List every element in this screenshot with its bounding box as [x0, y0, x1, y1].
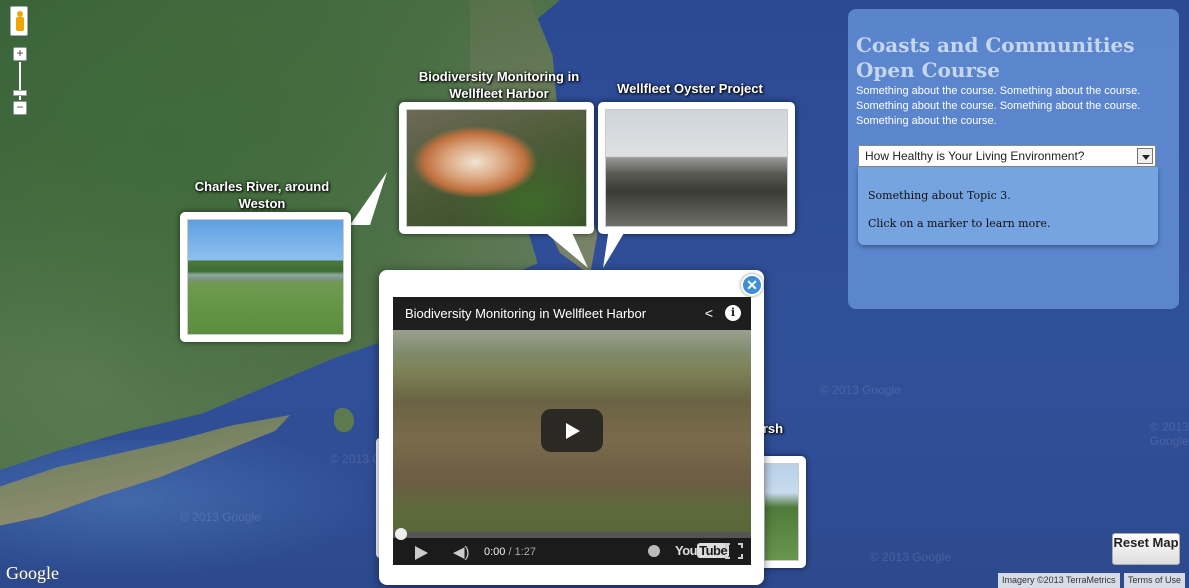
watch-later-clock-icon[interactable] [648, 545, 660, 557]
terms-of-use-link[interactable]: Terms of Use [1124, 573, 1186, 588]
shell-photo [406, 109, 587, 227]
marker-thumbnail-marsh[interactable] [757, 456, 806, 568]
imagery-attribution: Imagery ©2013 TerraMetrics [998, 573, 1120, 588]
map-small-island [334, 408, 354, 432]
map-watermark: © 2013 Google [180, 510, 261, 524]
close-popup-button[interactable]: ✕ [741, 274, 763, 296]
topic-description-box [858, 167, 1158, 245]
video-time: 0:00 / 1:27 [484, 546, 536, 558]
video-progress-bar[interactable] [393, 528, 751, 540]
reset-map-button[interactable]: Reset Map [1112, 533, 1180, 565]
youtube-logo[interactable]: You Tube [675, 543, 730, 558]
marker-label-biodiversity: Biodiversity Monitoring in Wellfleet Har… [418, 69, 580, 101]
pegman-body [16, 17, 24, 31]
video-duration: / 1:27 [508, 546, 537, 558]
topic-dropdown-value: How Healthy is Your Living Environment? [865, 149, 1085, 163]
zoom-slider-handle[interactable] [13, 90, 27, 96]
panel-description: Something about the course. Something ab… [856, 85, 1141, 127]
marker-label-oyster: Wellfleet Oyster Project [617, 81, 763, 96]
marsh-photo [764, 463, 799, 561]
topic-dropdown[interactable]: How Healthy is Your Living Environment? [858, 145, 1156, 167]
info-icon[interactable]: i [725, 305, 741, 321]
marker-thumbnail-biodiversity[interactable] [399, 102, 594, 234]
zoom-in-button[interactable]: + [13, 47, 27, 61]
marker-thumbnail-charles-river[interactable] [180, 212, 351, 342]
video-title-bar: Biodiversity Monitoring in Wellfleet Har… [393, 297, 751, 330]
share-icon[interactable]: < [701, 305, 717, 321]
oyster-farm-photo [605, 109, 788, 227]
volume-icon[interactable]: ◀) [453, 543, 470, 561]
youtube-logo-you: You [675, 543, 698, 558]
video-current-time: 0:00 [484, 546, 506, 558]
video-progress-knob[interactable] [395, 528, 407, 540]
fullscreen-icon[interactable] [725, 543, 743, 559]
zoom-out-button[interactable]: − [13, 101, 27, 115]
youtube-player[interactable]: Biodiversity Monitoring in Wellfleet Har… [393, 297, 751, 565]
marker-label-charles-river: Charles River, around Weston [194, 179, 330, 211]
topic-instruction: Click on a marker to learn more. [868, 217, 1051, 230]
play-button-large[interactable] [541, 409, 603, 452]
play-icon[interactable] [415, 546, 428, 560]
marker-pointer [603, 228, 627, 268]
google-logo[interactable]: Google [6, 563, 59, 584]
marker-pointer [540, 228, 588, 268]
map-watermark: © 2013 Google [870, 550, 951, 564]
charles-river-photo [187, 219, 344, 335]
marker-thumbnail-oyster[interactable] [598, 102, 795, 234]
panel-title: Coasts and Communities Open Course [856, 33, 1135, 82]
chevron-down-icon[interactable] [1137, 148, 1153, 164]
topic-text: Something about Topic 3. [868, 189, 1011, 202]
map-watermark: © 2013 Google [820, 383, 901, 397]
video-title[interactable]: Biodiversity Monitoring in Wellfleet Har… [405, 306, 646, 321]
street-view-pegman-icon[interactable] [10, 6, 28, 36]
map-watermark: © 2013 Google [1150, 420, 1189, 448]
